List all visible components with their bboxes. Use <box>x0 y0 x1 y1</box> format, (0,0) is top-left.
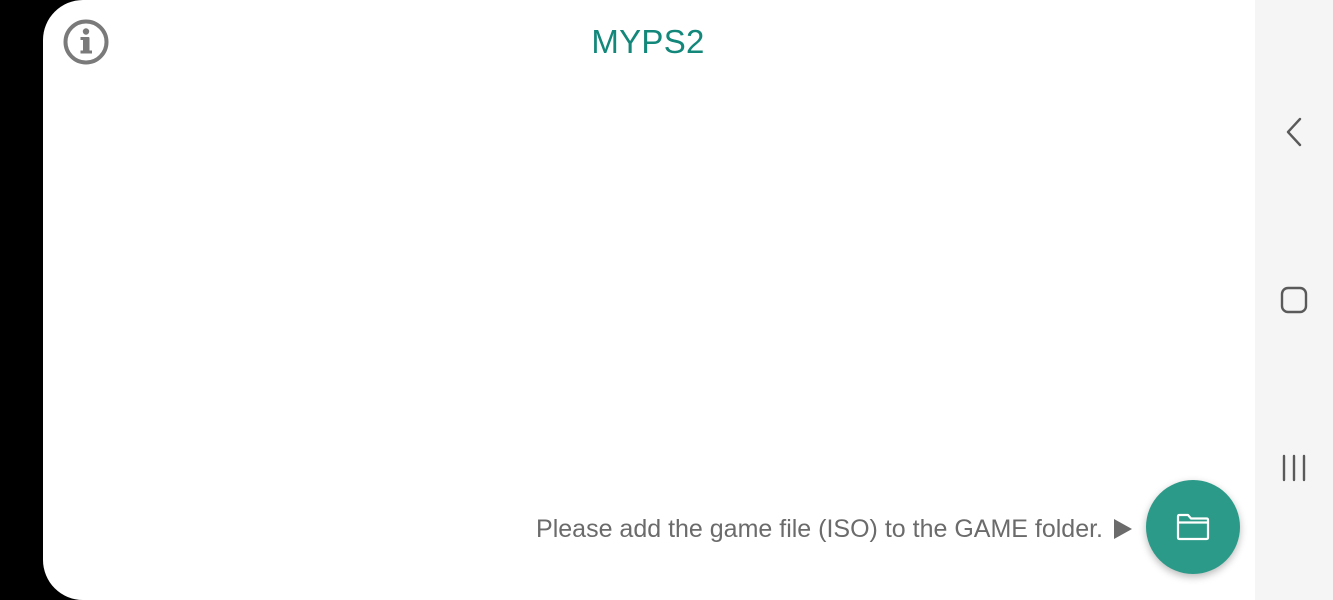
nav-back-button[interactable] <box>1269 107 1319 157</box>
device-screen: MYPS2 Please add the game file (ISO) to … <box>0 0 1333 600</box>
play-arrow-icon <box>1114 519 1132 539</box>
add-game-folder-button[interactable] <box>1146 480 1240 574</box>
recents-lines-icon <box>1282 454 1306 482</box>
app-title: MYPS2 <box>591 23 705 60</box>
app-window: MYPS2 Please add the game file (ISO) to … <box>43 0 1255 600</box>
hint-text: Please add the game file (ISO) to the GA… <box>536 515 1103 543</box>
folder-icon <box>1176 513 1210 541</box>
hint-row: Please add the game file (ISO) to the GA… <box>536 512 1133 546</box>
back-chevron-icon <box>1286 117 1302 147</box>
nav-home-button[interactable] <box>1269 275 1319 325</box>
home-square-icon <box>1280 286 1308 314</box>
system-navigation-bar <box>1255 0 1333 600</box>
nav-recents-button[interactable] <box>1269 443 1319 493</box>
